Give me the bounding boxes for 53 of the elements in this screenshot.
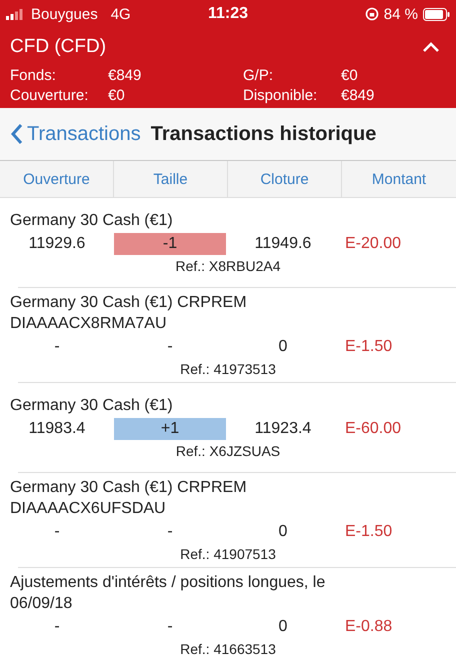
- amount-value: E-1.50: [344, 523, 394, 541]
- instrument-name: Ajustements d'intérêts / positions longues, le 06/09/18: [10, 573, 326, 614]
- amount-value: E-1.50: [344, 338, 394, 356]
- field-label: Couverture:: [10, 87, 90, 104]
- field-label: G/P:: [243, 67, 274, 84]
- column-header[interactable]: Cloture: [228, 161, 342, 197]
- back-link[interactable]: Transactions: [10, 122, 141, 146]
- amount-value: E-60.00: [344, 420, 402, 438]
- instrument-name: Germany 30 Cash (€1): [10, 396, 174, 416]
- close-price: 11949.6: [254, 235, 312, 253]
- amount-value: E-20.00: [344, 235, 402, 253]
- page-title: Transactions historique: [150, 122, 376, 146]
- open-price: 11929.6: [28, 235, 86, 253]
- size-value: -: [166, 522, 174, 542]
- field-value: €0: [341, 67, 358, 84]
- size-value: -: [166, 617, 174, 637]
- size-value: -: [166, 337, 174, 357]
- collapse-chevron-icon[interactable]: [422, 42, 440, 52]
- field-label: Disponible:: [243, 87, 318, 104]
- battery-percent: 84 %: [384, 6, 418, 22]
- open-price: -: [53, 523, 61, 541]
- amount-value: E-0.88: [344, 618, 394, 636]
- reference-number: Ref.: X6JZSUAS: [176, 443, 280, 459]
- field-value: €849: [341, 87, 374, 104]
- battery-icon: [422, 8, 450, 20]
- rotation-lock-icon: [364, 7, 379, 21]
- column-header[interactable]: Ouverture: [0, 161, 114, 197]
- close-price: 0: [278, 523, 288, 541]
- close-price: 0: [278, 618, 288, 636]
- network-type: 4G: [110, 6, 131, 22]
- reference-number: Ref.: X8RBU2A4: [175, 258, 281, 274]
- reference-number: Ref.: 41973513: [180, 361, 276, 377]
- reference-number: Ref.: 41663513: [180, 641, 276, 657]
- open-price: 11983.4: [28, 420, 86, 438]
- carrier-name: Bouygues: [31, 6, 98, 22]
- instrument-name: Germany 30 Cash (€1) CRPREM DIAAAACX6UFSDAU: [10, 478, 248, 519]
- field-label: Fonds:: [10, 67, 57, 84]
- field-value: €849: [108, 67, 142, 84]
- open-price: -: [53, 338, 61, 356]
- instrument-name: Germany 30 Cash (€1): [10, 211, 174, 231]
- field-value: €0: [108, 87, 125, 104]
- reference-number: Ref.: 41907513: [180, 546, 276, 562]
- instrument-name: Germany 30 Cash (€1) CRPREM DIAAAACX8RMA7AU: [10, 293, 248, 334]
- account-title: CFD (CFD): [10, 36, 106, 58]
- size-value: -1: [114, 233, 226, 255]
- column-header[interactable]: Montant: [342, 161, 456, 197]
- clock-time: 11:23: [208, 5, 248, 23]
- close-price: 0: [278, 338, 288, 356]
- column-header[interactable]: Taille: [114, 161, 228, 197]
- back-chevron-icon: [10, 123, 23, 145]
- size-value: +1: [114, 418, 226, 440]
- close-price: 11923.4: [254, 420, 312, 438]
- open-price: -: [53, 618, 61, 636]
